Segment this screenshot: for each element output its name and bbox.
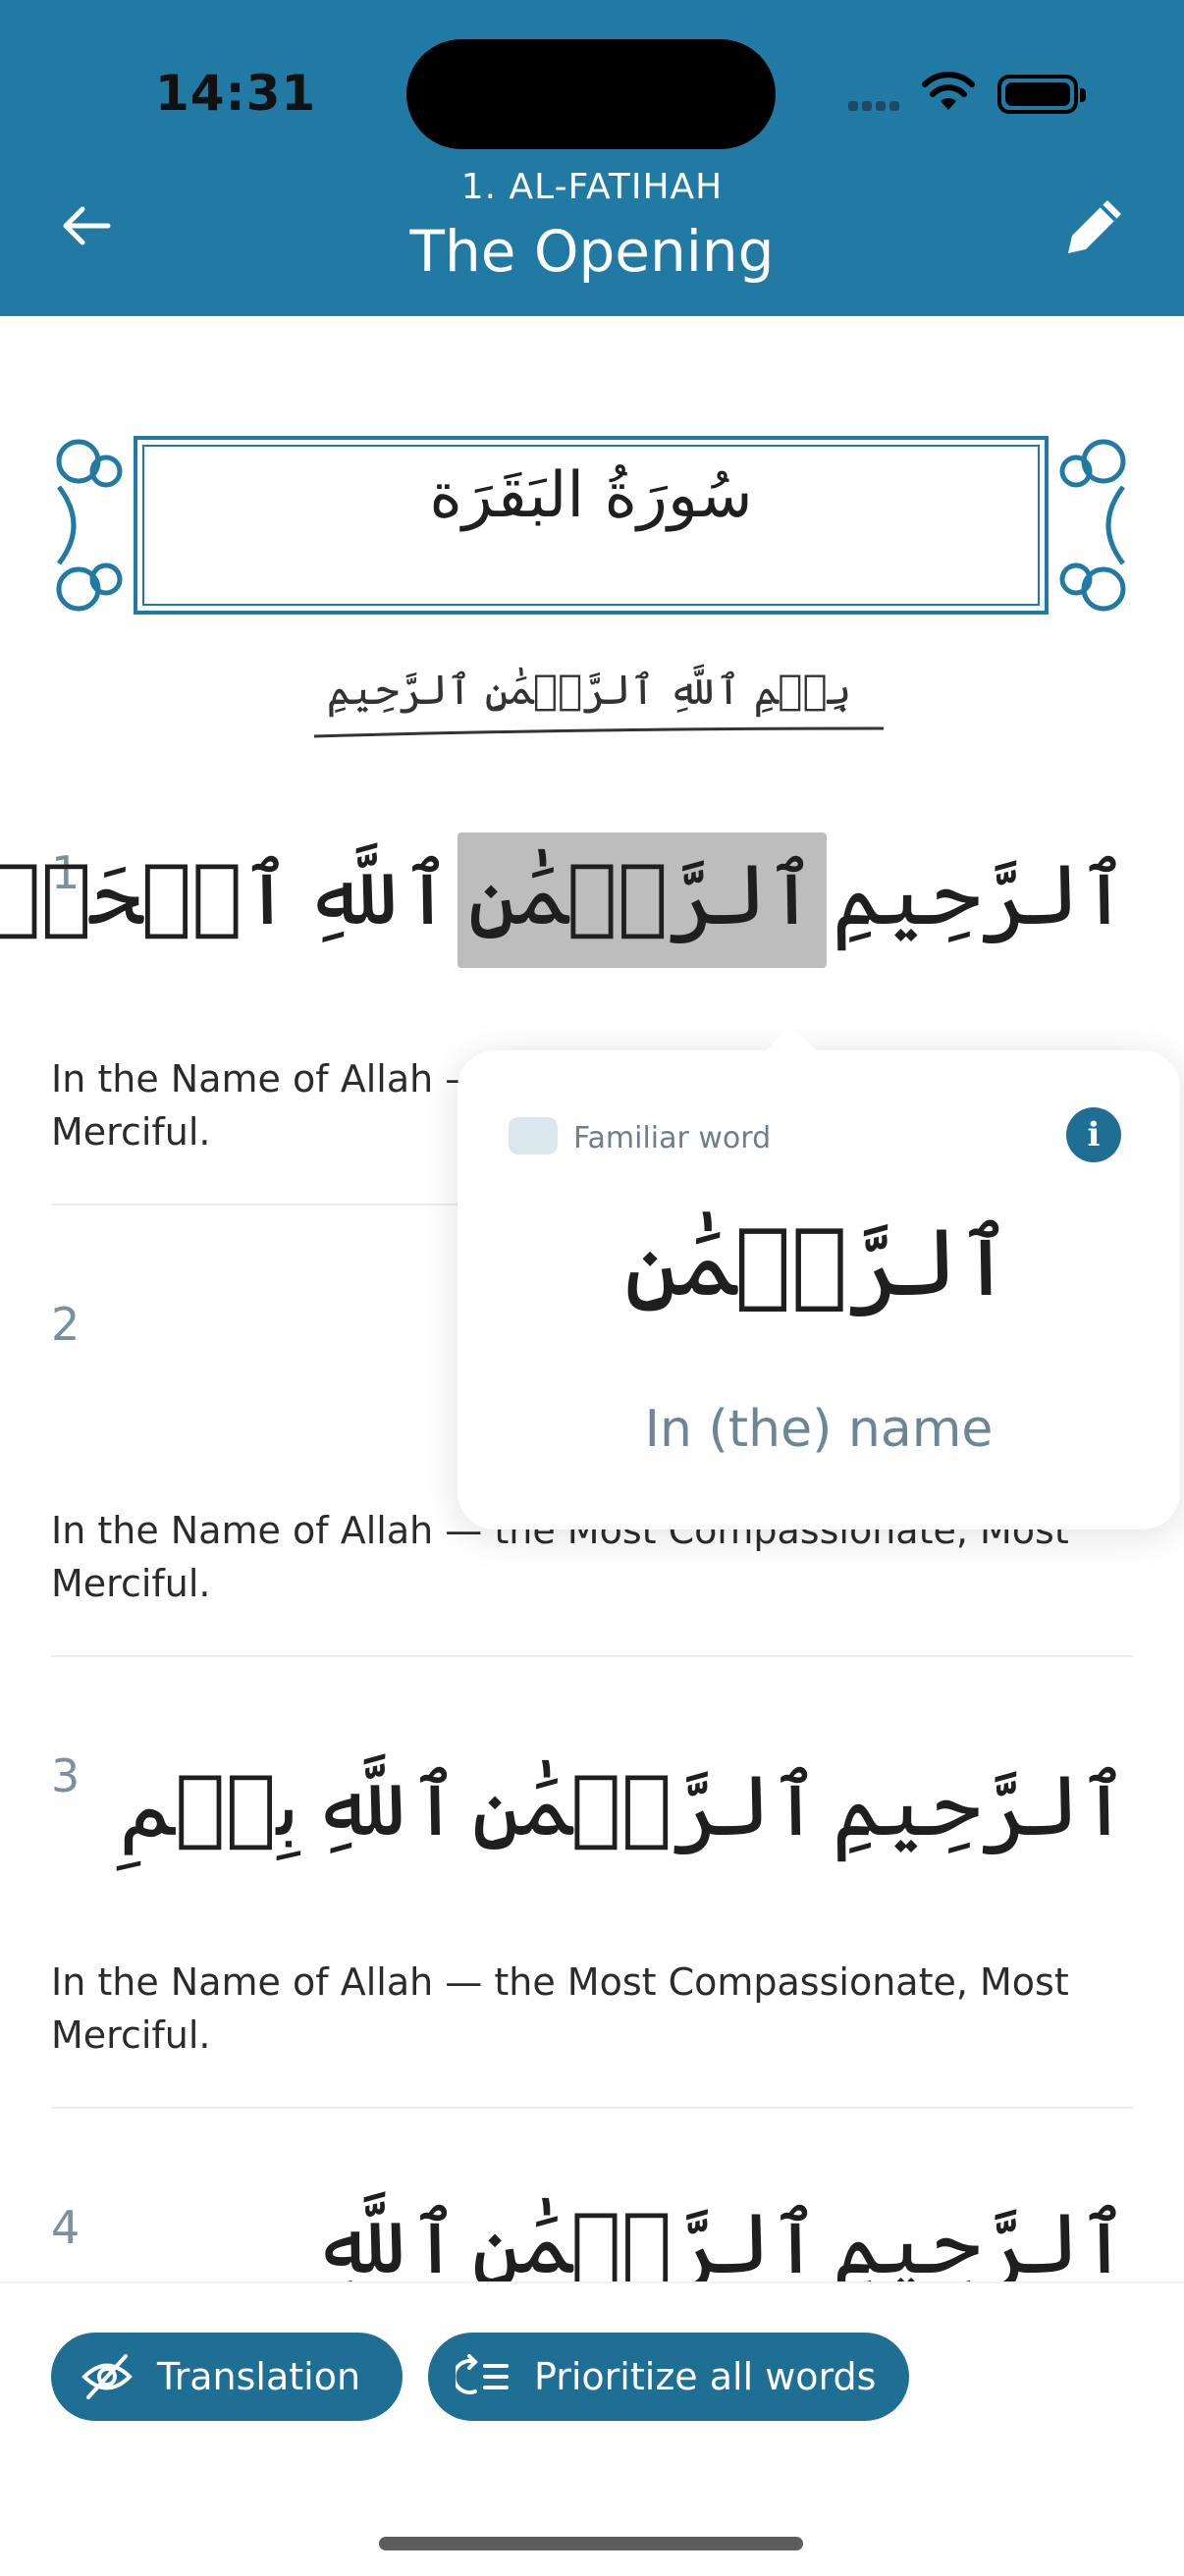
arabic-word[interactable]: ٱلۡحَمۡدُ bbox=[0, 846, 297, 944]
prioritize-all-words-button[interactable]: Prioritize all words bbox=[428, 2333, 909, 2421]
verse-arabic: ٱلرَّحِيمِٱلرَّحۡمَٰنِٱللَّهِبِسۡمِ bbox=[113, 1757, 1135, 1855]
verse-number: 2 bbox=[51, 1298, 81, 1351]
arabic-word[interactable]: ٱلرَّحۡمَٰنِ bbox=[465, 2195, 826, 2293]
page-title: The Opening bbox=[409, 218, 775, 285]
divider bbox=[51, 1655, 1133, 1657]
translation-button-label: Translation bbox=[157, 2355, 361, 2398]
arabic-word[interactable]: ٱلرَّحۡمَٰنِ bbox=[465, 1757, 826, 1855]
arabic-word[interactable]: بِسۡمِ bbox=[113, 1757, 305, 1855]
verse-arabic: ٱلرَّحِيمِٱلرَّحۡمَٰنِٱللَّهِٱلۡحَمۡدُ bbox=[0, 832, 1135, 968]
verse-number: 4 bbox=[51, 2201, 81, 2254]
info-icon[interactable]: i bbox=[1066, 1107, 1121, 1162]
prioritize-button-label: Prioritize all words bbox=[534, 2355, 877, 2398]
basmala: بِسۡمِ ٱللَّهِ ٱلرَّحۡمَٰنِ ٱلرَّحِيمِ bbox=[326, 666, 852, 714]
eye-off-icon bbox=[81, 2354, 133, 2399]
familiar-word-label: Familiar word bbox=[573, 1121, 772, 1155]
arabic-word[interactable]: ٱللَّهِ bbox=[305, 2195, 465, 2293]
popup-word-meaning: In (the) name bbox=[644, 1400, 994, 1459]
arabic-word[interactable]: ٱلرَّحِيمِ bbox=[827, 2195, 1135, 2293]
popup-arabic-word: ٱلرَّحۡمَٰنِ bbox=[623, 1208, 1014, 1317]
arabic-word[interactable]: ٱلرَّحِيمِ bbox=[827, 846, 1135, 944]
arabic-word-highlighted[interactable]: ٱلرَّحۡمَٰنِ bbox=[457, 832, 827, 968]
home-indicator[interactable] bbox=[379, 2537, 803, 2550]
pencil-icon[interactable] bbox=[1060, 192, 1129, 261]
word-popup: Familiar word i ٱلرَّحۡمَٰنِ In (the) na… bbox=[457, 1050, 1180, 1530]
verse-number: 3 bbox=[51, 1749, 81, 1802]
top-app-bar: 14:31 1. AL-FATIHAH The Opening bbox=[0, 0, 1184, 316]
dynamic-island bbox=[406, 39, 776, 149]
prioritize-list-icon bbox=[456, 2354, 509, 2394]
translation-toggle-button[interactable]: Translation bbox=[51, 2333, 403, 2421]
familiar-word-checkbox[interactable] bbox=[509, 1117, 558, 1154]
arabic-word[interactable]: ٱللَّهِ bbox=[297, 846, 457, 944]
verse-translation: In the Name of Allah — the Most Compassi… bbox=[51, 1960, 1069, 2057]
status-time: 14:31 bbox=[155, 65, 317, 122]
verse-arabic: ٱلرَّحِيمِٱلرَّحۡمَٰنِٱللَّهِ bbox=[305, 2195, 1135, 2293]
surah-subtitle: 1. AL-FATIHAH bbox=[460, 167, 724, 207]
cellular-signal-icon bbox=[848, 96, 903, 115]
battery-icon bbox=[997, 75, 1086, 114]
arabic-word[interactable]: ٱللَّهِ bbox=[305, 1757, 465, 1855]
surah-banner-name: سُورَةُ البَقَرَة bbox=[429, 459, 753, 532]
bottom-toolbar bbox=[0, 2281, 1184, 2576]
wifi-icon bbox=[922, 72, 975, 110]
divider bbox=[51, 2107, 1133, 2109]
arabic-word[interactable]: ٱلرَّحِيمِ bbox=[827, 1757, 1135, 1855]
